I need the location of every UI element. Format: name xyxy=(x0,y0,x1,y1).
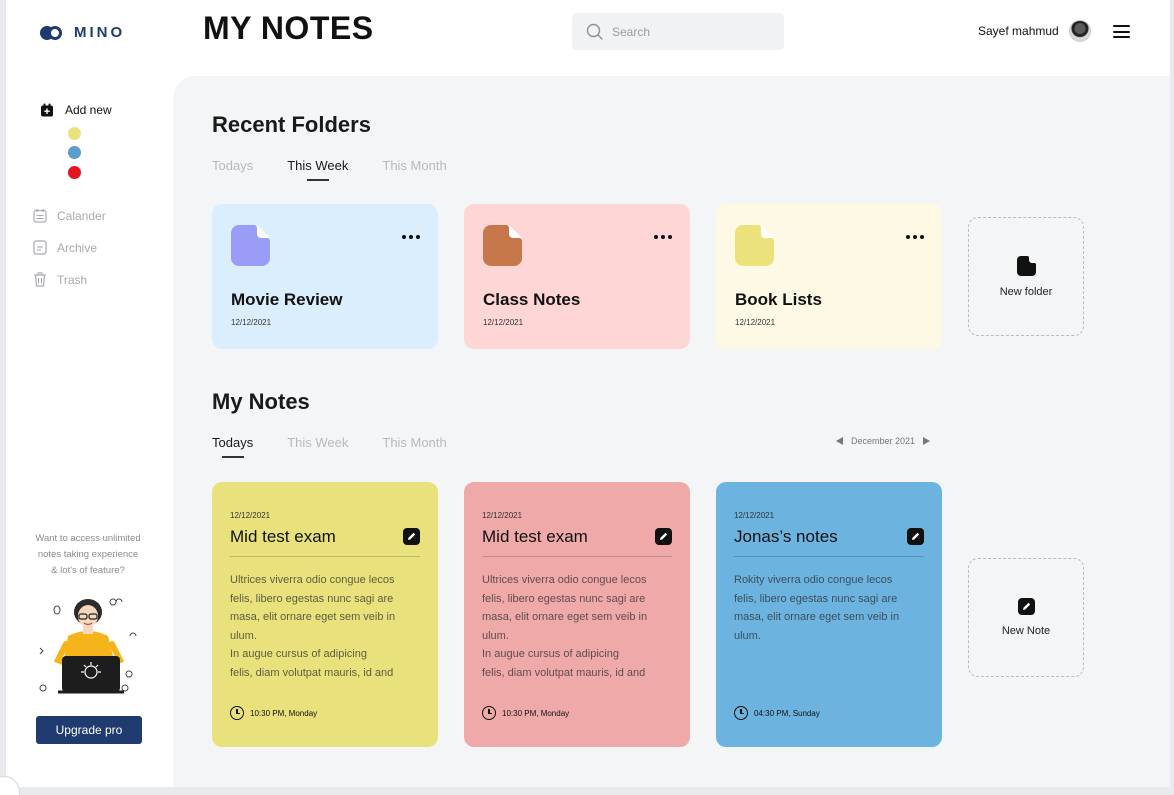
page-title: MY NOTES xyxy=(203,10,374,46)
tab-todays[interactable]: Todays xyxy=(212,435,253,450)
new-folder-button[interactable]: New folder xyxy=(968,217,1084,336)
new-note-icon xyxy=(1017,598,1035,615)
folder-date: 12/12/2021 xyxy=(231,318,272,327)
upgrade-promo-text: Want to access unlimited notes taking ex… xyxy=(35,533,141,576)
folder-card-book-lists[interactable]: Book Lists 12/12/2021 xyxy=(716,204,942,349)
note-time: 10:30 PM, Monday xyxy=(482,706,569,720)
recent-folders-title: Recent Folders xyxy=(212,112,371,137)
note-date: 12/12/2021 xyxy=(734,511,775,520)
trash-icon xyxy=(34,272,46,287)
note-time-label: 04:30 PM, Sunday xyxy=(754,708,820,718)
sidebar-item-archive[interactable]: Archive xyxy=(33,240,97,255)
folder-file-icon xyxy=(735,225,774,266)
divider xyxy=(734,556,924,557)
note-card[interactable]: 12/12/2021 Mid test exam Ultrices viverr… xyxy=(464,482,690,747)
folder-card-class-notes[interactable]: Class Notes 12/12/2021 xyxy=(464,204,690,349)
folder-card-movie-review[interactable]: Movie Review 12/12/2021 xyxy=(212,204,438,349)
note-title: Mid test exam xyxy=(482,527,588,546)
sidebar-item-calendar[interactable]: Calander xyxy=(33,208,106,223)
note-date: 12/12/2021 xyxy=(482,511,523,520)
note-time-label: 10:30 PM, Monday xyxy=(250,708,318,718)
folder-file-icon xyxy=(231,225,270,266)
add-note-icon xyxy=(41,103,53,117)
more-options-icon[interactable] xyxy=(654,235,672,239)
tab-this-month[interactable]: This Month xyxy=(382,435,446,450)
tab-this-week[interactable]: This Week xyxy=(287,435,348,450)
note-body: Rokity viverra odio congue lecos felis, … xyxy=(734,574,900,642)
my-notes-tabs: Todays This Week This Month xyxy=(212,435,447,450)
note-body: Ultrices viverra odio congue lecos felis… xyxy=(230,574,396,679)
upgrade-pro-button[interactable]: Upgrade pro xyxy=(36,716,142,744)
folder-file-icon xyxy=(483,225,522,266)
folder-name: Book Lists xyxy=(735,290,822,309)
month-navigator: December 2021 xyxy=(836,436,931,446)
note-time: 04:30 PM, Sunday xyxy=(734,706,820,720)
calendar-icon xyxy=(33,208,47,223)
new-folder-label: New folder xyxy=(999,285,1053,298)
clock-icon xyxy=(230,706,244,720)
folder-date: 12/12/2021 xyxy=(483,318,524,327)
note-time-label: 10:30 PM, Monday xyxy=(502,708,570,718)
clock-icon xyxy=(482,706,496,720)
divider xyxy=(482,556,672,557)
search-icon xyxy=(586,23,603,40)
user-name: Sayef mahmud xyxy=(978,24,1059,38)
recent-folders-tabs: Todays This Week This Month xyxy=(212,158,447,173)
folder-name: Class Notes xyxy=(483,290,581,309)
sidebar-item-label: Archive xyxy=(57,240,98,255)
my-notes-title: My Notes xyxy=(212,389,310,414)
person-with-laptop-illustration xyxy=(39,598,137,694)
new-note-button[interactable]: New Note xyxy=(968,558,1084,677)
clock-icon xyxy=(734,706,748,720)
note-card[interactable]: 12/12/2021 Jonas’s notes Rokity viverra … xyxy=(716,482,942,747)
edit-icon[interactable] xyxy=(655,528,672,545)
tab-todays[interactable]: Todays xyxy=(212,158,253,173)
sidebar-item-trash[interactable]: Trash xyxy=(33,272,87,287)
edit-icon[interactable] xyxy=(403,528,420,545)
previous-month-icon[interactable] xyxy=(836,437,843,445)
avatar[interactable] xyxy=(1068,20,1091,42)
color-dot-yellow[interactable] xyxy=(68,127,81,140)
divider xyxy=(230,556,420,557)
add-new-label: Add new xyxy=(65,103,112,117)
more-options-icon[interactable] xyxy=(906,235,924,239)
color-dot-blue[interactable] xyxy=(68,146,81,159)
note-date: 12/12/2021 xyxy=(230,511,271,520)
add-new-button[interactable]: Add new xyxy=(40,103,112,117)
logo-text: MINO xyxy=(74,24,126,41)
month-label: December 2021 xyxy=(851,436,916,446)
note-title: Mid test exam xyxy=(230,527,336,546)
user-profile[interactable]: Sayef mahmud xyxy=(978,20,1091,42)
edit-icon[interactable] xyxy=(907,528,924,545)
note-body: Ultrices viverra odio congue lecos felis… xyxy=(482,574,648,679)
search-bar[interactable] xyxy=(572,13,784,50)
search-input[interactable] xyxy=(612,24,772,39)
logo-icon xyxy=(40,25,64,41)
note-title: Jonas’s notes xyxy=(734,527,838,546)
color-dot-red[interactable] xyxy=(68,166,81,179)
archive-icon xyxy=(33,240,47,255)
folder-name: Movie Review xyxy=(231,290,343,309)
app-logo[interactable]: MINO xyxy=(40,24,125,41)
note-time: 10:30 PM, Monday xyxy=(230,706,317,720)
tab-this-month[interactable]: This Month xyxy=(382,158,446,173)
folder-date: 12/12/2021 xyxy=(735,318,776,327)
hamburger-menu-icon[interactable] xyxy=(1113,25,1130,38)
tab-this-week[interactable]: This Week xyxy=(287,158,348,173)
new-note-label: New Note xyxy=(1001,625,1051,637)
new-folder-icon xyxy=(1017,255,1036,276)
more-options-icon[interactable] xyxy=(402,235,420,239)
note-card[interactable]: 12/12/2021 Mid test exam Ultrices viverr… xyxy=(212,482,438,747)
next-month-icon[interactable] xyxy=(923,437,931,445)
sidebar-item-label: Calander xyxy=(57,208,106,223)
sidebar-item-label: Trash xyxy=(57,272,88,287)
